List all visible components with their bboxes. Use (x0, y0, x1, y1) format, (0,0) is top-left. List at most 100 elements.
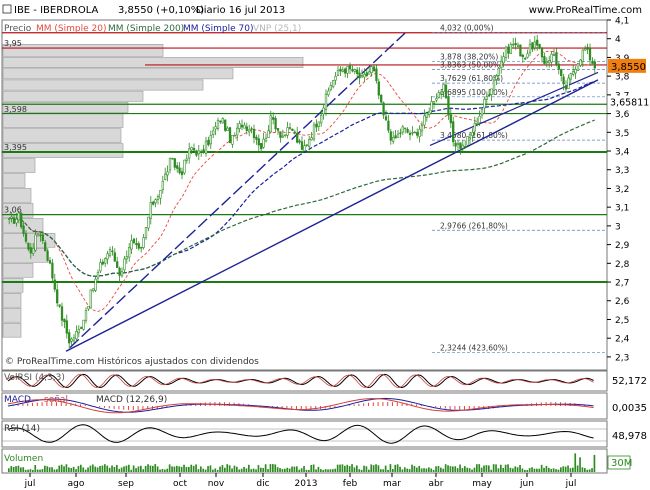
candle-body (197, 150, 200, 155)
volume-profile-bar (2, 263, 34, 278)
volume-bar (588, 469, 591, 472)
macd-hist-bar (353, 404, 355, 406)
candle-body (372, 66, 376, 72)
y-tick-label: 4,1 (615, 17, 629, 27)
x-tick-label: mar (383, 479, 401, 489)
volume-bar (394, 464, 397, 472)
candle-body (51, 262, 54, 279)
y-tick-label: 3,6 (615, 110, 630, 120)
candle-body (564, 85, 568, 90)
macd-hist-bar (80, 404, 81, 406)
candle-body (24, 233, 28, 242)
volume-bar (444, 464, 447, 472)
candle-body (58, 304, 61, 307)
volume-bar (572, 467, 574, 472)
candle-body (188, 148, 191, 159)
candle-body (574, 68, 577, 74)
x-tick-label: 2013 (295, 479, 318, 489)
candle-body (262, 138, 265, 148)
candle-body (490, 88, 493, 95)
volume-bar (8, 468, 10, 472)
candle-body (507, 46, 510, 54)
candle-body (334, 76, 337, 81)
volume-bar (209, 465, 212, 472)
candle-body (260, 143, 263, 150)
candle-body (300, 141, 304, 150)
volume-bar (87, 467, 89, 472)
candle-body (310, 137, 313, 141)
candle-body (192, 148, 196, 151)
macd-label-1: MACD (4, 395, 31, 405)
candle-body (128, 247, 131, 258)
volume-bar (346, 464, 349, 472)
volume-bar (214, 468, 217, 472)
volume-bar (339, 464, 341, 472)
secondary-price-label: 3,65811 (610, 98, 649, 109)
candle-body (360, 75, 364, 78)
candle-body (279, 131, 282, 138)
candle-body (156, 196, 160, 200)
volume-bar (281, 469, 284, 472)
volume-bar (147, 464, 149, 472)
volume-bar (468, 468, 471, 472)
y-tick-label: 3 (615, 222, 621, 232)
x-tick-label: feb (343, 479, 358, 489)
volume-bar (156, 466, 159, 472)
candle-body (356, 69, 359, 75)
volume-bar (202, 468, 205, 472)
candle-body (375, 68, 378, 81)
candle-body (516, 44, 520, 47)
candle-body (389, 131, 392, 141)
volume-bar (466, 467, 469, 472)
candle-body (581, 49, 584, 63)
macd-panel: MACD señal MACD (12,26,9) 0,0035 (1, 392, 648, 420)
candle-body (365, 72, 368, 76)
volume-bar (291, 466, 293, 472)
volume-bar (101, 465, 104, 472)
volume-bar (329, 469, 332, 472)
volume-bar (411, 464, 413, 472)
candle-body (219, 120, 222, 123)
volume-bar (382, 469, 385, 472)
volume-bar (377, 465, 380, 472)
macd-hist-bar (416, 404, 417, 406)
candle-body (274, 118, 277, 130)
volume-bar (190, 464, 193, 472)
candle-body (72, 337, 76, 342)
candle-body (238, 123, 241, 129)
candle-body (540, 47, 544, 58)
volrsi-frame (1, 370, 608, 392)
macd-hist-bar (392, 402, 393, 406)
volrsi-value: 52,172 (612, 376, 647, 387)
macd-hist-bar (334, 406, 336, 408)
candle-body (442, 84, 445, 93)
main-legend: Precio MM (Simple 20) MM (Simple 200) MM… (4, 24, 301, 34)
symbol-title: IBE - IBERDROLA (14, 5, 98, 16)
candle-body (32, 248, 35, 254)
candle-body (418, 128, 421, 137)
x-tick-label: ago (68, 479, 85, 489)
candle-body (53, 279, 56, 290)
candle-body (195, 150, 198, 156)
candle-body (406, 128, 409, 133)
volume-bar (312, 464, 315, 472)
candle-body (384, 116, 388, 121)
candle-body (315, 123, 318, 128)
volume-bar (471, 469, 473, 472)
candle-body (377, 81, 380, 96)
volume-bar (332, 469, 334, 472)
volume-bar (512, 468, 514, 472)
candle-body (132, 238, 136, 243)
volume-bar (300, 468, 303, 472)
candle-body (140, 247, 143, 249)
x-tick-label: dic (256, 479, 269, 489)
y-tick-label: 2,7 (615, 279, 629, 289)
candle-body (430, 101, 433, 111)
volume-bar (586, 469, 589, 472)
candle-body (572, 71, 575, 75)
macd-hist-bar (387, 402, 389, 406)
volume-bar (579, 457, 581, 472)
volume-bar (308, 469, 310, 472)
candle-body (94, 278, 97, 291)
macd-hist-bar (113, 406, 115, 409)
